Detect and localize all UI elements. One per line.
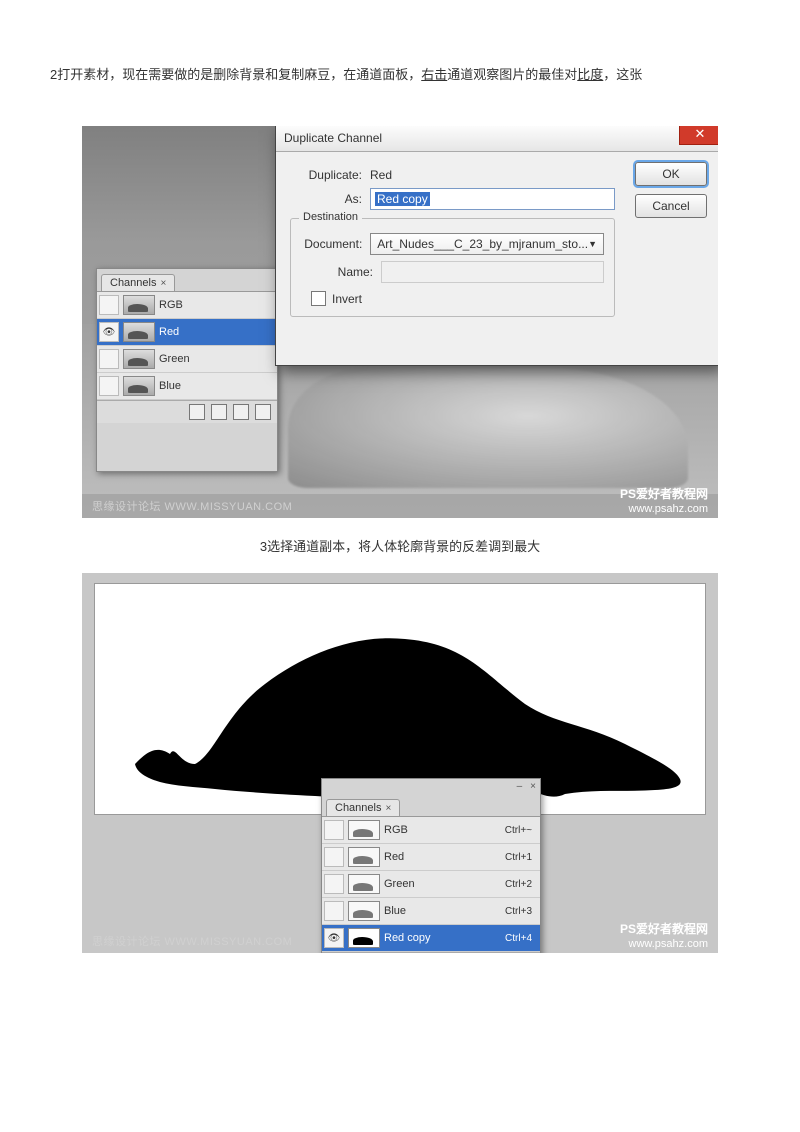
panel-footer [97, 400, 277, 423]
visibility-icon[interactable]: 👁 [324, 928, 344, 948]
name-label: Name: [301, 265, 373, 279]
step-2-description: 2打开素材，现在需要做的是删除背景和复制麻豆，在通道面板，右击通道观察图片的最佳… [50, 63, 750, 86]
channel-label: Blue [159, 380, 275, 392]
cancel-button[interactable]: Cancel [635, 194, 707, 218]
channel-label: Red [384, 851, 501, 863]
document-label: Document: [301, 237, 362, 251]
dialog-title: Duplicate Channel [284, 131, 382, 145]
name-input [381, 261, 604, 283]
channel-shortcut: Ctrl+3 [505, 906, 538, 917]
channel-row-red-copy[interactable]: 👁 Red copy Ctrl+4 [322, 925, 540, 952]
channel-shortcut: Ctrl+2 [505, 879, 538, 890]
channel-row-green[interactable]: 👁 Green [97, 346, 277, 373]
channel-row-blue[interactable]: 👁 Blue [97, 373, 277, 400]
channel-row-red[interactable]: 👁 Red [97, 319, 277, 346]
visibility-icon[interactable]: 👁 [99, 322, 119, 342]
watermark-right: PS爱好者教程网 www.psahz.com [620, 922, 708, 952]
channel-thumb [348, 928, 380, 948]
dialog-title-bar[interactable]: Duplicate Channel ✕ [276, 126, 718, 152]
channel-label: Red [159, 326, 275, 338]
channels-panel[interactable]: Channels × 👁 RGB 👁 Red 👁 Green 👁 Blue [96, 268, 278, 472]
channel-shortcut: Ctrl+~ [505, 825, 538, 836]
watermark-right: PS爱好者教程网 www.psahz.com [620, 487, 708, 517]
duplicate-channel-dialog: Duplicate Channel ✕ Duplicate: Red As: R… [275, 126, 718, 366]
visibility-icon[interactable]: 👁 [324, 820, 344, 840]
as-input[interactable]: Red copy [370, 188, 615, 210]
panel-tab-row: Channels × [322, 794, 540, 817]
minimize-icon[interactable]: – [517, 781, 523, 792]
channel-label: RGB [159, 299, 275, 311]
channel-thumb [348, 874, 380, 894]
channels-tab[interactable]: Channels × [101, 274, 175, 291]
channel-label: RGB [384, 824, 501, 836]
close-icon[interactable]: × [530, 781, 536, 792]
destination-legend: Destination [299, 211, 362, 223]
channel-row-green[interactable]: 👁 Green Ctrl+2 [322, 871, 540, 898]
panel-tab-row: Channels × [97, 269, 277, 292]
panel-footer [322, 952, 540, 953]
load-selection-icon[interactable] [189, 404, 205, 420]
destination-fieldset: Destination Document: Art_Nudes___C_23_b… [290, 218, 615, 317]
channel-row-blue[interactable]: 👁 Blue Ctrl+3 [322, 898, 540, 925]
channel-shortcut: Ctrl+4 [505, 933, 538, 944]
channel-label: Red copy [384, 932, 501, 944]
channel-row-rgb[interactable]: 👁 RGB Ctrl+~ [322, 817, 540, 844]
new-channel-icon[interactable] [233, 404, 249, 420]
channel-label: Green [159, 353, 275, 365]
watermark-left: 思缘设计论坛 WWW.MISSYUAN.COM [92, 933, 292, 949]
chevron-down-icon: ▼ [588, 239, 597, 249]
visibility-icon[interactable]: 👁 [99, 295, 119, 315]
ok-button[interactable]: OK [635, 162, 707, 186]
document-dropdown[interactable]: Art_Nudes___C_23_by_mjranum_sto... ▼ [370, 233, 604, 255]
step-3-caption: 3选择通道副本，将人体轮廓背景的反差调到最大 [50, 536, 750, 555]
save-selection-icon[interactable] [211, 404, 227, 420]
channel-thumb [348, 847, 380, 867]
channel-thumb [123, 376, 155, 396]
watermark-left: 思缘设计论坛 WWW.MISSYUAN.COM [92, 498, 292, 514]
channel-row-red[interactable]: 👁 Red Ctrl+1 [322, 844, 540, 871]
figure-2-screenshot: – × Channels × 👁 RGB Ctrl+~ 👁 Red Ctrl+1 👁 Gree… [82, 573, 718, 953]
channels-tab-label: Channels [110, 277, 156, 289]
visibility-icon[interactable]: 👁 [99, 376, 119, 396]
channel-label: Blue [384, 905, 501, 917]
channels-panel-2[interactable]: – × Channels × 👁 RGB Ctrl+~ 👁 Red Ctrl+1 👁 Gree… [321, 778, 541, 953]
duplicate-source: Red [370, 168, 392, 182]
visibility-icon[interactable]: 👁 [324, 901, 344, 921]
close-icon[interactable]: × [160, 278, 166, 289]
model-shape [288, 368, 688, 488]
document-value: Art_Nudes___C_23_by_mjranum_sto... [377, 237, 588, 251]
figure-1-screenshot: Channels × 👁 RGB 👁 Red 👁 Green 👁 Blue Duplicate… [82, 126, 718, 518]
channel-shortcut: Ctrl+1 [505, 852, 538, 863]
channel-thumb [123, 322, 155, 342]
invert-checkbox[interactable] [311, 291, 326, 306]
delete-channel-icon[interactable] [255, 404, 271, 420]
channel-row-rgb[interactable]: 👁 RGB [97, 292, 277, 319]
channel-thumb [123, 349, 155, 369]
close-icon[interactable]: × [385, 803, 391, 814]
channels-tab-label: Channels [335, 802, 381, 814]
duplicate-label: Duplicate: [290, 168, 362, 182]
as-label: As: [290, 192, 362, 206]
visibility-icon[interactable]: 👁 [99, 349, 119, 369]
panel-menu: – × [322, 779, 540, 794]
visibility-icon[interactable]: 👁 [324, 874, 344, 894]
invert-label: Invert [332, 292, 362, 306]
channel-thumb [123, 295, 155, 315]
channel-thumb [348, 901, 380, 921]
as-input-value: Red copy [375, 192, 430, 206]
channel-label: Green [384, 878, 501, 890]
channel-thumb [348, 820, 380, 840]
channels-tab[interactable]: Channels × [326, 799, 400, 816]
visibility-icon[interactable]: 👁 [324, 847, 344, 867]
close-button[interactable]: ✕ [679, 126, 718, 145]
